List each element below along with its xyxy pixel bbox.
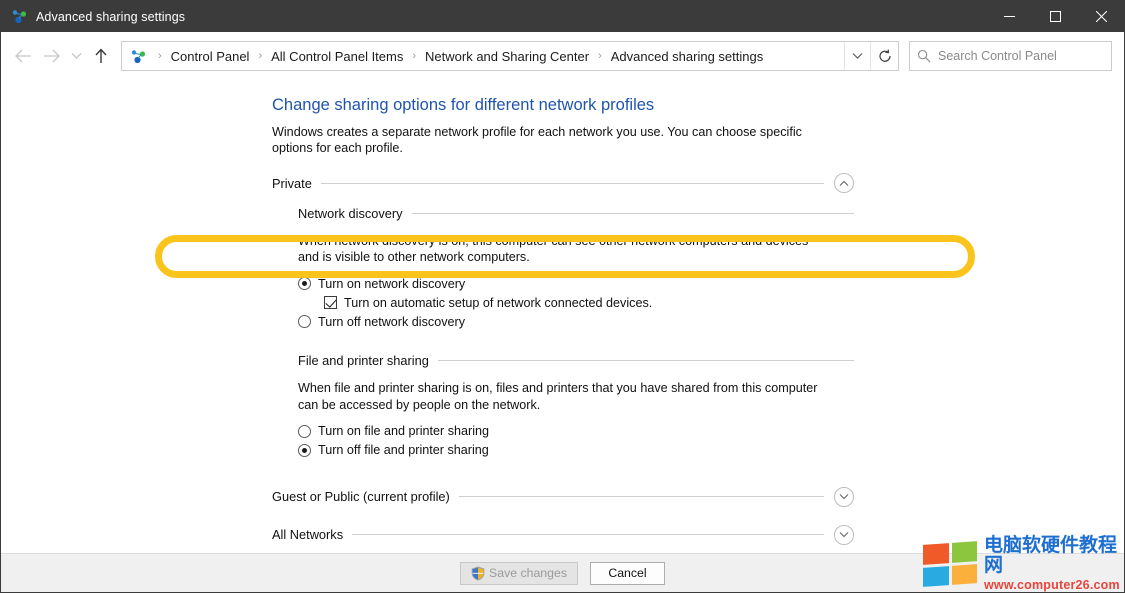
file-printer-sharing-section: File and printer sharing <box>272 353 854 368</box>
option-turn-on-automatic-setup[interactable]: Turn on automatic setup of network conne… <box>324 293 854 312</box>
title-bar: Advanced sharing settings <box>1 1 1124 32</box>
network-sharing-icon <box>11 8 28 25</box>
profile-section-guest-or-public[interactable]: Guest or Public (current profile) <box>272 484 854 510</box>
breadcrumb-network-sharing-icon <box>130 48 147 65</box>
network-discovery-header: Network discovery <box>298 206 854 221</box>
watermark-text: 电脑软硬件教程网 www.computer26.com <box>984 536 1124 592</box>
checkbox-icon[interactable] <box>324 296 337 309</box>
address-toolbar: › Control Panel › All Control Panel Item… <box>1 32 1124 80</box>
breadcrumb-separator: › <box>591 51 609 62</box>
watermark: 电脑软硬件教程网 www.computer26.com <box>909 536 1124 592</box>
search-box[interactable]: Search Control Panel <box>909 41 1112 71</box>
section-rule <box>412 213 854 214</box>
save-changes-button[interactable]: Save changes <box>460 562 578 585</box>
forward-arrow-icon[interactable] <box>37 41 65 71</box>
breadcrumb-item-advanced-sharing-settings[interactable]: Advanced sharing settings <box>609 49 765 64</box>
radio-icon[interactable] <box>298 315 311 328</box>
option-label: Turn on file and printer sharing <box>318 424 489 438</box>
option-label: Turn on automatic setup of network conne… <box>344 296 652 310</box>
option-label: Turn on network discovery <box>318 277 465 291</box>
section-rule <box>438 360 854 361</box>
watermark-url: www.computer26.com <box>984 578 1124 592</box>
chevron-up-icon[interactable] <box>834 173 854 193</box>
section-rule <box>321 183 824 184</box>
network-discovery-description: When network discovery is on, this compu… <box>298 233 818 265</box>
uac-shield-icon <box>471 566 485 581</box>
footer-bar: Save changes Cancel 电脑软硬件教程网 www.compute… <box>1 553 1124 592</box>
save-changes-label: Save changes <box>489 566 567 580</box>
radio-icon[interactable] <box>298 444 311 457</box>
network-discovery-options: Turn on network discovery Turn on automa… <box>298 274 854 331</box>
radio-icon[interactable] <box>298 277 311 290</box>
breadcrumb-separator: › <box>251 51 269 62</box>
chevron-down-icon[interactable] <box>834 525 854 545</box>
profile-label-all-networks: All Networks <box>272 527 352 542</box>
profile-section-all-networks[interactable]: All Networks <box>272 522 854 548</box>
page-description: Windows creates a separate network profi… <box>272 125 842 156</box>
up-arrow-icon[interactable] <box>87 41 115 71</box>
breadcrumb-item-network-and-sharing-center[interactable]: Network and Sharing Center <box>423 49 591 64</box>
radio-icon[interactable] <box>298 425 311 438</box>
minimize-button[interactable] <box>986 1 1032 32</box>
cancel-button[interactable]: Cancel <box>590 562 665 585</box>
back-arrow-icon[interactable] <box>9 41 37 71</box>
option-label: Turn off file and printer sharing <box>318 443 489 457</box>
window-title: Advanced sharing settings <box>36 10 185 24</box>
settings-panel: Change sharing options for different net… <box>272 96 854 548</box>
chevron-down-icon[interactable] <box>844 42 870 70</box>
option-turn-on-file-printer-sharing[interactable]: Turn on file and printer sharing <box>298 422 854 441</box>
file-printer-sharing-header: File and printer sharing <box>298 353 854 368</box>
search-icon <box>910 49 938 63</box>
file-printer-sharing-description: When file and printer sharing is on, fil… <box>298 380 818 412</box>
option-turn-off-file-printer-sharing[interactable]: Turn off file and printer sharing <box>298 441 854 460</box>
windows-logo-icon <box>923 541 977 587</box>
option-label: Turn off network discovery <box>318 315 465 329</box>
breadcrumb-bar[interactable]: › Control Panel › All Control Panel Item… <box>121 41 899 71</box>
section-rule <box>459 496 824 497</box>
file-printer-sharing-options: Turn on file and printer sharing Turn of… <box>298 422 854 460</box>
maximize-button[interactable] <box>1032 1 1078 32</box>
breadcrumb-separator: › <box>405 51 423 62</box>
breadcrumb-item-all-control-panel-items[interactable]: All Control Panel Items <box>269 49 405 64</box>
chevron-down-icon[interactable] <box>834 487 854 507</box>
network-discovery-title: Network discovery <box>298 206 412 221</box>
profile-label-guest-or-public: Guest or Public (current profile) <box>272 489 459 504</box>
watermark-title: 电脑软硬件教程网 <box>984 536 1124 576</box>
profile-section-private[interactable]: Private <box>272 170 854 196</box>
section-rule <box>352 534 824 535</box>
recent-locations-chevron-icon[interactable] <box>65 41 87 71</box>
breadcrumb-item-control-panel[interactable]: Control Panel <box>169 49 252 64</box>
search-input[interactable]: Search Control Panel <box>938 49 1057 63</box>
breadcrumb: › Control Panel › All Control Panel Item… <box>151 49 844 64</box>
advanced-sharing-settings-window: Advanced sharing settings <box>0 0 1125 593</box>
page-title: Change sharing options for different net… <box>272 96 854 116</box>
content-area: Change sharing options for different net… <box>1 80 1124 553</box>
breadcrumb-separator: › <box>151 51 169 62</box>
file-printer-sharing-title: File and printer sharing <box>298 353 438 368</box>
option-turn-on-network-discovery[interactable]: Turn on network discovery <box>298 274 854 293</box>
close-button[interactable] <box>1078 1 1124 32</box>
profile-label-private: Private <box>272 176 321 191</box>
cancel-label: Cancel <box>608 566 646 580</box>
window-controls <box>986 1 1124 32</box>
option-turn-off-network-discovery[interactable]: Turn off network discovery <box>298 312 854 331</box>
refresh-icon[interactable] <box>870 42 898 70</box>
network-discovery-section: Network discovery <box>272 206 854 221</box>
